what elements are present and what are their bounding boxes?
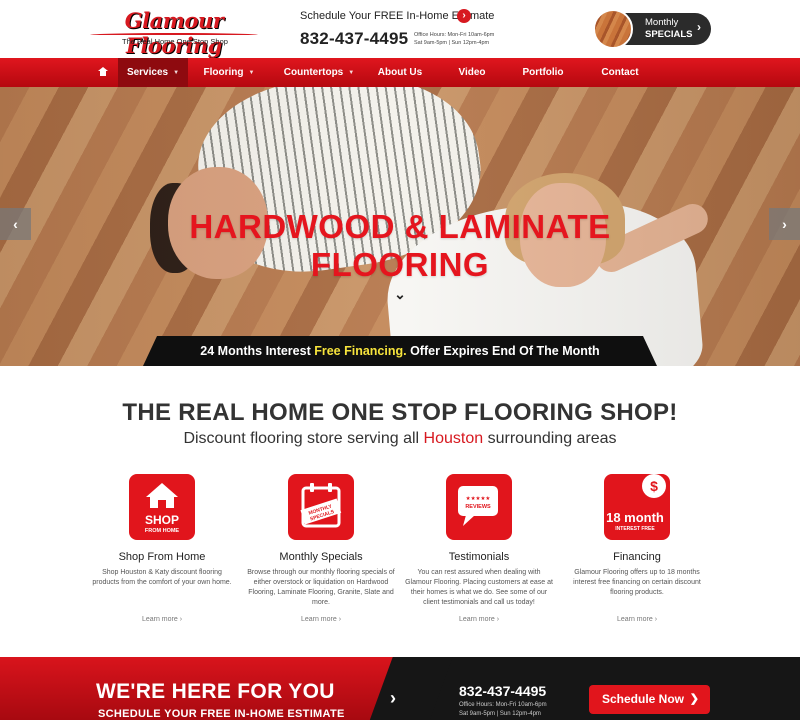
icon-text-reviews: REVIEWS [465,504,491,510]
chevron-right-icon: › [496,616,500,623]
nav-portfolio[interactable]: Portfolio [514,58,572,87]
house-icon: SHOP FROM HOME [145,483,180,534]
caret-down-icon: ▼ [173,70,180,76]
nav-contact-label: Contact [601,67,639,78]
nav-video[interactable]: Video [448,58,496,87]
nav-contact[interactable]: Contact [592,58,648,87]
reviews-icon[interactable]: ★★★★★ REVIEWS [446,474,512,540]
feature-title[interactable]: Testimonials [399,551,559,563]
caret-down-icon: ▼ [248,70,255,76]
hero-title: HARDWOOD & LAMINATE FLOORING [150,208,650,284]
chevron-right-icon: › [390,688,396,708]
cta-hours-weekday: Office Hours: Mon-Fri 10am-6pm [459,702,547,708]
specials-label-1: Monthly [645,17,679,28]
arrow-right-icon[interactable]: › [457,9,471,23]
learn-more-link[interactable]: Learn more › [82,616,242,623]
learn-more-label: Learn more [458,616,495,623]
feature-desc: Shop Houston & Katy discount flooring pr… [92,569,232,586]
icon-text-18-month: 18 month [606,510,664,525]
feature-desc: Browse through our monthly flooring spec… [247,569,395,606]
subheading-highlight: Houston [423,430,484,447]
dollar-tag-icon: $ 18 month INTEREST FREE [606,474,666,532]
icon-text-interest-free: INTEREST FREE [615,526,655,532]
calendar-icon[interactable]: MONTHLY SPECIALS [288,474,354,540]
header-phone[interactable]: 832-437-4495 [300,29,408,49]
subheading-pre: Discount flooring store serving all [183,430,424,447]
learn-more-link[interactable]: Learn more › [557,616,717,623]
home-icon [98,67,108,76]
nav-portfolio-label: Portfolio [522,67,564,78]
feature-title[interactable]: Financing [557,551,717,563]
icon-stars: ★★★★★ [466,496,491,502]
feature-desc: Glamour Flooring offers up to 18 months … [573,569,701,596]
chevron-right-icon: › [697,20,701,34]
nav-services[interactable]: Services ▼ [118,58,188,87]
nav-home[interactable] [88,58,118,87]
financing-banner[interactable]: 24 Months Interest Free Financing. Offer… [143,336,657,366]
nav-flooring[interactable]: Flooring ▼ [194,58,264,87]
financing-icon[interactable]: $ 18 month INTEREST FREE [604,474,670,540]
feature-shop-from-home: SHOP FROM HOME Shop From Home Shop Houst… [82,474,242,634]
banner-text-post: Offer Expires End Of The Month [406,344,600,358]
icon-text-shop: SHOP [145,513,179,527]
learn-more-link[interactable]: Learn more › [399,616,559,623]
slider-prev-button[interactable]: ‹ [0,208,31,240]
feature-title[interactable]: Shop From Home [82,551,242,563]
header-hours: Office Hours: Mon-Fri 10am-6pm Sat 9am-5… [414,31,494,47]
monthly-specials-button[interactable]: Monthly SPECIALS › [593,9,711,49]
hours-weekday: Office Hours: Mon-Fri 10am-6pm [414,32,495,38]
schedule-now-button[interactable]: Schedule Now ❯ [589,685,710,714]
banner-text: 24 Months Interest Free Financing. Offer… [143,336,657,366]
icon-text-from-home: FROM HOME [145,528,180,534]
feature-desc: You can rest assured when dealing with G… [405,569,553,606]
nav-countertops[interactable]: Countertops ▼ [274,58,364,87]
cta-heading: WE'RE HERE FOR YOU [96,680,335,703]
page-subheading: Discount flooring store serving all Hous… [0,430,800,448]
dollar-icon: $ [650,478,658,494]
main-nav: Services ▼ Flooring ▼ Countertops ▼ About U… [0,58,800,87]
caret-down-icon: ▼ [348,70,355,76]
chevron-right-icon: › [654,616,658,623]
site-header: Glamour Flooring The Real Home One Stop … [0,0,800,58]
cta-subheading: SCHEDULE YOUR FREE IN-HOME ESTIMATE [98,708,345,720]
learn-more-link[interactable]: Learn more › [241,616,401,623]
subheading-post: surrounding areas [483,430,617,447]
cta-phone[interactable]: 832-437-4495 [459,683,546,699]
learn-more-label: Learn more [141,616,178,623]
feature-monthly-specials: MONTHLY SPECIALS Monthly Specials Browse… [241,474,401,634]
shop-from-home-icon[interactable]: SHOP FROM HOME [129,474,195,540]
logo[interactable]: Glamour Flooring The Real Home One Stop … [88,8,260,58]
learn-more-label: Learn more [300,616,337,623]
hero-title-line-2: FLOORING [310,246,490,283]
feature-testimonials: ★★★★★ REVIEWS Testimonials You can rest … [399,474,559,634]
cta-hours: Office Hours: Mon-Fri 10am-6pm Sat 9am-5… [459,701,547,719]
learn-more-label: Learn more [616,616,653,623]
feature-financing: $ 18 month INTEREST FREE Financing Glamo… [557,474,717,634]
cta-hours-weekend: Sat 9am-5pm | Sun 12pm-4pm [459,711,541,717]
hours-weekend: Sat 9am-5pm | Sun 12pm-4pm [414,40,490,46]
nav-flooring-label: Flooring [203,67,244,78]
banner-highlight: Free Financing. [314,344,407,358]
hero-title-line-1: HARDWOOD & LAMINATE [189,208,611,245]
nav-about-us[interactable]: About Us [370,58,430,87]
nav-about-us-label: About Us [377,67,423,78]
wood-sample-icon [593,9,633,49]
schedule-now-label: Schedule Now [602,692,685,706]
chevron-right-icon: › [179,616,183,623]
specials-label-2: SPECIALS [645,29,693,40]
nav-countertops-label: Countertops [283,67,344,78]
chevron-down-icon[interactable]: ⌄ [386,286,414,303]
logo-tagline: The Real Home One Stop Shop [122,37,228,46]
chevron-right-icon: ❯ [689,693,699,705]
slider-next-button[interactable]: › [769,208,800,240]
speech-bubble-icon: ★★★★★ REVIEWS [458,486,498,526]
chevron-right-icon: › [338,616,342,623]
calendar-graphic: MONTHLY SPECIALS [300,483,342,528]
nav-services-label: Services [126,67,169,78]
feature-title[interactable]: Monthly Specials [241,551,401,563]
nav-video-label: Video [458,67,486,78]
banner-text-pre: 24 Months Interest [200,344,315,358]
page-heading: THE REAL HOME ONE STOP FLOORING SHOP! [122,399,678,426]
